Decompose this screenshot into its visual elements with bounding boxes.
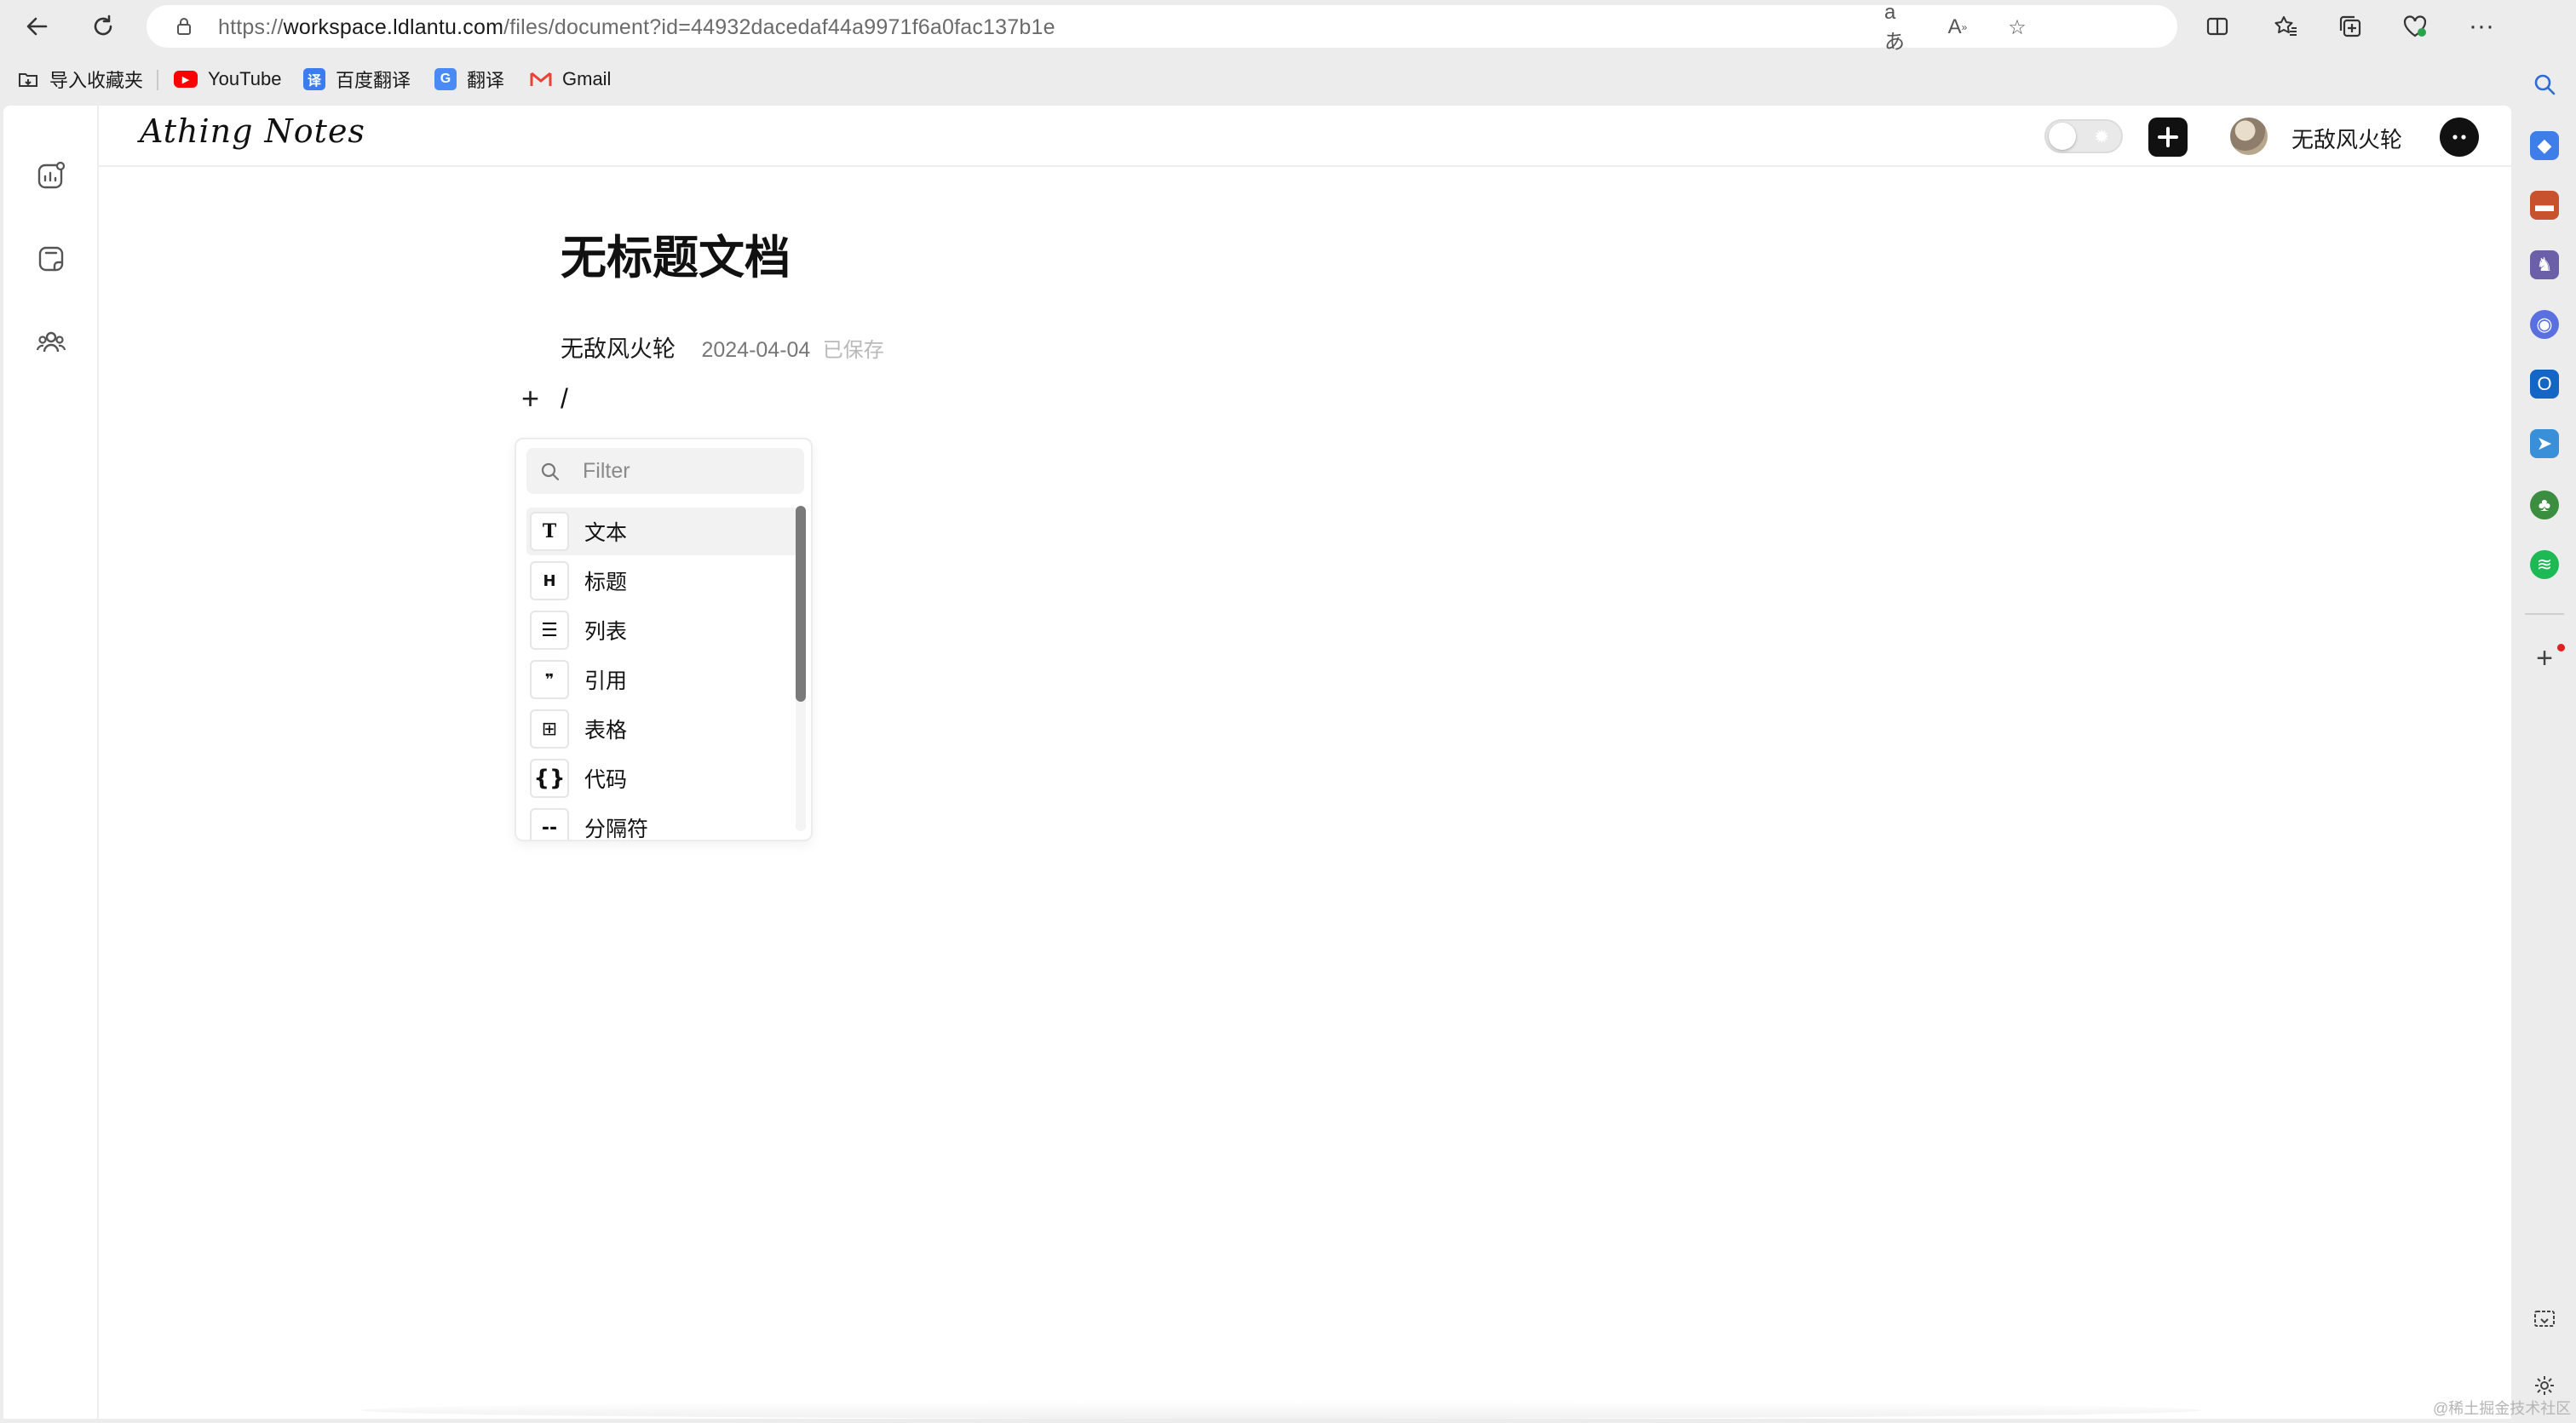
menu-item-table[interactable]: ⊞ 表格 (526, 705, 799, 753)
menu-item-label: 列表 (584, 620, 628, 644)
address-bar[interactable]: https://workspace.ldlantu.com/files/docu… (147, 1, 2177, 54)
settings-gear-icon[interactable] (2530, 1371, 2559, 1400)
menu-item-heading[interactable]: H 标题 (526, 557, 799, 605)
browser-toolbar: https://workspace.ldlantu.com/files/docu… (0, 0, 2576, 54)
more-icon[interactable]: ··· (2462, 7, 2501, 46)
tools-briefcase-icon[interactable]: ▬ (2530, 191, 2559, 220)
add-document-button[interactable] (2148, 118, 2188, 157)
menu-item-code[interactable]: {} 代码 (526, 755, 799, 802)
menu-item-label: 标题 (584, 571, 628, 594)
back-icon[interactable] (17, 7, 56, 46)
app-header: Athing Notes ✹ 无敌风火轮 (99, 106, 2511, 167)
import-folder-icon (17, 68, 39, 90)
menu-item-label: 表格 (584, 719, 628, 743)
favorites-icon[interactable] (2266, 7, 2305, 46)
text-type-icon: T (530, 512, 569, 551)
copilot-icon[interactable]: ◉ (2530, 310, 2559, 339)
read-aloud-icon[interactable]: A» (1944, 14, 1971, 41)
collections-icon[interactable] (2331, 7, 2370, 46)
search-icon[interactable] (2530, 70, 2559, 99)
brand-logo[interactable]: Athing Notes (140, 112, 365, 150)
translate-icon[interactable]: aあ (1884, 1, 1912, 54)
add-sidebar-app-icon[interactable]: + (2530, 642, 2559, 674)
drop-send-icon[interactable]: ➤ (2530, 429, 2559, 458)
menu-item-list[interactable]: ☰ 列表 (526, 606, 799, 654)
bookmark-import[interactable]: 导入收藏夹 (17, 66, 143, 92)
slash-command-menu: T 文本 H 标题 ☰ 列表 ❞ 引用 ⊞ 表格 {} 代码 -- 分隔符 (515, 438, 813, 841)
split-screen-icon[interactable] (2198, 7, 2237, 46)
bookmark-translate[interactable]: G 翻译 (434, 66, 504, 92)
code-braces-icon: {} (530, 759, 569, 798)
bookmark-baidu-translate[interactable]: 译 百度翻译 (303, 66, 411, 92)
menu-item-label: 文本 (584, 521, 628, 545)
bookmark-gmail[interactable]: Gmail (530, 66, 611, 92)
google-translate-icon: G (434, 68, 457, 90)
theme-toggle[interactable]: ✹ (2044, 119, 2123, 153)
baidu-translate-icon: 译 (303, 68, 325, 90)
menu-item-divider[interactable]: -- 分隔符 (526, 804, 799, 841)
dashboard-icon[interactable] (34, 158, 68, 192)
watermark: @稀土掘金技术社区 (2433, 1400, 2572, 1417)
save-status: 已保存 (822, 339, 884, 362)
games-chess-icon[interactable]: ♞ (2530, 250, 2559, 279)
team-members-icon[interactable] (34, 325, 68, 359)
documents-icon[interactable] (34, 242, 68, 276)
web-page: Athing Notes ✹ 无敌风火轮 无标题文档 无敌风火轮 2024-04… (3, 106, 2511, 1419)
app-left-rail (3, 106, 99, 1419)
table-icon: ⊞ (530, 709, 569, 749)
add-block-button[interactable]: + (521, 383, 539, 414)
edge-divider (2525, 613, 2564, 615)
favorite-star-icon[interactable]: ☆ (2004, 14, 2031, 41)
page-bottom-shadow (361, 1402, 2201, 1419)
document-date: 2024-04-04 (701, 338, 811, 362)
sun-icon: ✹ (2094, 126, 2110, 147)
list-icon: ☰ (530, 611, 569, 650)
menu-item-text[interactable]: T 文本 (526, 508, 799, 555)
editor-current-line[interactable]: / (561, 383, 568, 415)
menu-item-label: 代码 (584, 768, 628, 792)
document-meta: 无敌风火轮 2024-04-04 已保存 (561, 330, 884, 364)
heading-icon: H (530, 561, 569, 600)
menu-item-label: 分隔符 (584, 818, 649, 841)
menu-scrollbar-thumb[interactable] (796, 506, 806, 702)
menu-item-label: 引用 (584, 669, 628, 693)
chat-bubble-icon[interactable] (2440, 118, 2479, 157)
url-text[interactable]: https://workspace.ldlantu.com/files/docu… (218, 15, 1055, 40)
reload-icon[interactable] (83, 7, 123, 46)
search-icon (541, 462, 560, 481)
bookmark-youtube[interactable]: ▶ YouTube (174, 66, 281, 92)
spotify-icon[interactable]: ≋ (2530, 550, 2559, 579)
plus-icon (2158, 127, 2178, 147)
tree-icon[interactable]: ♣ (2530, 491, 2559, 519)
filter-input[interactable] (526, 448, 804, 494)
screenshot-icon[interactable] (2530, 1305, 2559, 1334)
gmail-icon (530, 68, 552, 90)
shopping-tag-icon[interactable]: ◆ (2530, 131, 2559, 160)
user-name[interactable]: 无敌风火轮 (2291, 123, 2402, 154)
divider-icon: -- (530, 808, 569, 840)
browser-edge-sidebar: ◆ ▬ ♞ ◉ O ➤ ♣ ≋ + (2513, 53, 2576, 1423)
menu-item-quote[interactable]: ❞ 引用 (526, 656, 799, 703)
bookmarks-bar: 导入收藏夹 ▶ YouTube 译 百度翻译 G 翻译 Gmail (0, 53, 2521, 104)
quote-icon: ❞ (530, 660, 569, 699)
bookmark-separator (157, 70, 158, 90)
notification-dot-icon (2557, 644, 2565, 651)
avatar[interactable] (2230, 118, 2268, 155)
document-author: 无敌风火轮 (561, 336, 676, 362)
outlook-icon[interactable]: O (2530, 370, 2559, 399)
toggle-knob (2049, 123, 2076, 150)
document-title[interactable]: 无标题文档 (561, 220, 791, 287)
youtube-icon: ▶ (174, 71, 198, 88)
lock-icon[interactable] (174, 16, 194, 37)
browser-essentials-icon[interactable] (2395, 7, 2435, 46)
